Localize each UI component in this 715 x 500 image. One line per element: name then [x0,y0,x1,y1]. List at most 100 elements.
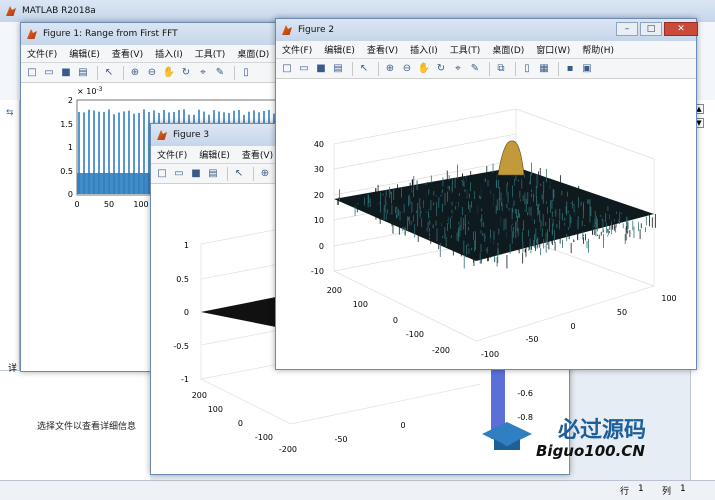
figure2-toolbar: □ ▭ ■ ▤ ↖ ⊕ ⊖ ✋ ↻ ⌖ ✎ ⧉ ▯ ▦ ▪ ▣ [276,59,696,79]
zoom-in-icon[interactable]: ⊕ [258,167,272,181]
brush-icon[interactable]: ✎ [468,62,482,76]
ztick-label: 20 [314,191,324,200]
matlab-logo-icon [27,29,37,39]
watermark-en: Biguo100.CN [536,442,645,460]
menu-help[interactable]: 帮助(H) [582,43,614,56]
save-icon[interactable]: ■ [189,167,203,181]
ytick-label: 200 [327,286,342,295]
matlab-logo-icon [6,6,16,16]
ytick-label: 1.5 [60,120,73,129]
new-figure-icon[interactable]: □ [25,66,39,80]
save-icon[interactable]: ■ [314,62,328,76]
xtick-label: 50 [104,200,114,209]
xtick-label: 0 [74,200,79,209]
ztick-label: -10 [311,267,324,276]
pointer-icon[interactable]: ↖ [102,66,116,80]
xtick-label: -50 [525,335,538,344]
ytick-label: 1 [68,143,73,152]
rotate-icon[interactable]: ↻ [434,62,448,76]
figure1-toolbar: □ ▭ ■ ▤ ↖ ⊕ ⊖ ✋ ↻ ⌖ ✎ ▯ [21,63,287,83]
new-figure-icon[interactable]: □ [280,62,294,76]
menu-edit[interactable]: 编辑(E) [69,47,100,60]
figure2-window[interactable]: Figure 2 – □ ✕ 文件(F) 编辑(E) 查看(V) 插入(I) 工… [275,18,698,370]
menu-view[interactable]: 查看(V) [242,148,273,161]
minimize-button[interactable]: – [616,22,638,36]
ytick-label: 0 [238,419,243,428]
figure2-menubar: 文件(F) 编辑(E) 查看(V) 插入(I) 工具(T) 桌面(D) 窗口(W… [276,41,696,59]
zoom-in-icon[interactable]: ⊕ [383,62,397,76]
pan-icon[interactable]: ✋ [162,66,176,80]
data-cursor-icon[interactable]: ⌖ [196,66,210,80]
ztick-label: -1 [181,375,189,384]
ytick-label: 0 [393,316,398,325]
rotate-icon[interactable]: ↻ [179,66,193,80]
nav-arrow-icon[interactable]: ⇆ [6,108,14,118]
colorbar-icon[interactable]: ▯ [520,62,534,76]
ytick-label: 0.5 [60,167,73,176]
pointer-icon[interactable]: ↖ [232,167,246,181]
menu-desktop[interactable]: 桌面(D) [492,43,524,56]
figure3-title: Figure 3 [173,130,210,140]
matlab-left-strip: ⇆ [0,100,20,370]
hide-tools-icon[interactable]: ▪ [563,62,577,76]
ztick-label: -0.5 [173,342,189,351]
ytick-label: -100 [255,433,273,442]
ztick-label: 1 [184,241,189,250]
print-icon[interactable]: ▤ [206,167,220,181]
xtick-label: 0 [400,421,405,430]
zoom-out-icon[interactable]: ⊖ [400,62,414,76]
figure2-axes: 40 30 20 10 0 -10 200 100 0 -100 -200 10… [311,108,677,359]
ytick-label: 2 [68,96,73,105]
menu-file[interactable]: 文件(F) [157,148,187,161]
menu-edit[interactable]: 编辑(E) [199,148,230,161]
print-icon[interactable]: ▤ [331,62,345,76]
open-file-icon[interactable]: ▭ [42,66,56,80]
data-cursor-icon[interactable]: ⌖ [451,62,465,76]
xtick-label: -50 [334,435,347,444]
figure2-plot-area: 40 30 20 10 0 -10 200 100 0 -100 -200 10… [276,79,696,369]
open-file-icon[interactable]: ▭ [297,62,311,76]
menu-edit[interactable]: 编辑(E) [324,43,355,56]
pan-icon[interactable]: ✋ [417,62,431,76]
details-text: 选择文件以查看详细信息 [37,422,137,432]
menu-tools[interactable]: 工具(T) [195,47,226,60]
print-icon[interactable]: ▤ [76,66,90,80]
ytick-label: -200 [432,346,450,355]
ytick-label: 200 [192,391,207,400]
zoom-in-icon[interactable]: ⊕ [128,66,142,80]
menu-window[interactable]: 窗口(W) [536,43,570,56]
status-row-label: 行 [620,487,630,497]
menu-insert[interactable]: 插入(I) [410,43,438,56]
new-figure-icon[interactable]: □ [155,167,169,181]
open-file-icon[interactable]: ▭ [172,167,186,181]
menu-file[interactable]: 文件(F) [282,43,312,56]
save-icon[interactable]: ■ [59,66,73,80]
menu-insert[interactable]: 插入(I) [155,47,183,60]
side-label: 详 [8,364,18,374]
ytick-label: 100 [353,300,368,309]
legend-icon[interactable]: ▦ [537,62,551,76]
menu-view[interactable]: 查看(V) [112,47,143,60]
dock-icon[interactable]: ▣ [580,62,594,76]
colorbar-icon[interactable]: ▯ [239,66,253,80]
menu-file[interactable]: 文件(F) [27,47,57,60]
xtick-label: -100 [481,350,499,359]
pointer-icon[interactable]: ↖ [357,62,371,76]
exponent-label: × 10-3 [77,86,103,96]
xtick-label: 100 [661,294,676,303]
menu-tools[interactable]: 工具(T) [450,43,481,56]
figure1-titlebar[interactable]: Figure 1: Range from First FFT [21,23,287,45]
menu-view[interactable]: 查看(V) [367,43,398,56]
ztick-label: 0.5 [176,275,189,284]
brush-icon[interactable]: ✎ [213,66,227,80]
ytick-label: 100 [208,405,223,414]
menu-desktop[interactable]: 桌面(D) [237,47,269,60]
matlab-logo-icon [157,130,167,140]
zoom-out-icon[interactable]: ⊖ [145,66,159,80]
close-button[interactable]: ✕ [664,22,698,36]
status-col-value: 1 [680,484,686,494]
watermark: 必过源码 Biguo100.CN [480,410,680,470]
link-icon[interactable]: ⧉ [494,62,508,76]
maximize-button[interactable]: □ [640,22,662,36]
figure2-title: Figure 2 [298,25,335,35]
